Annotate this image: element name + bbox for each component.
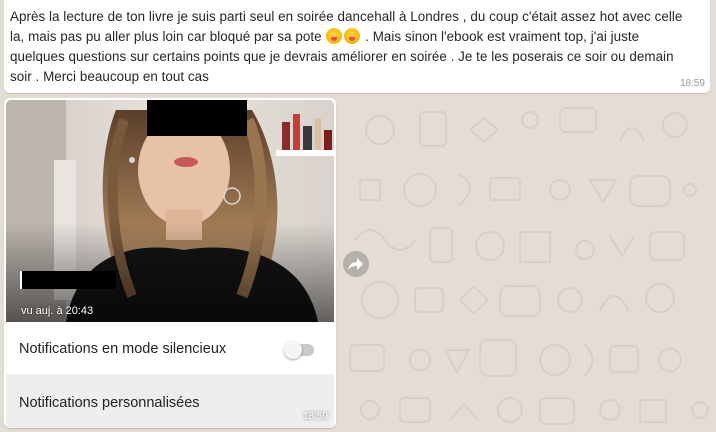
message-timestamp: 18:59	[302, 411, 328, 422]
custom-notifications-row[interactable]: Notifications personnalisées	[6, 374, 334, 428]
message-text: Après la lecture de ton livre je suis pa…	[10, 7, 692, 87]
message-bubble-image[interactable]: vu auj. à 20:43 Notifications en mode si…	[4, 98, 336, 428]
squinting-face-with-tongue-emoji-icon	[344, 28, 361, 44]
message-timestamp: 18:59	[679, 78, 705, 89]
screenshot-image[interactable]: vu auj. à 20:43	[6, 100, 334, 322]
squinting-face-with-tongue-emoji-icon	[326, 28, 343, 44]
forward-button[interactable]	[343, 251, 369, 277]
face-redaction-bar	[147, 100, 247, 136]
silent-notifications-row[interactable]: Notifications en mode silencieux	[6, 322, 334, 374]
silent-notifications-toggle[interactable]	[284, 341, 314, 359]
silent-notifications-label: Notifications en mode silencieux	[19, 341, 227, 357]
forward-icon	[348, 258, 363, 270]
custom-notifications-label: Notifications personnalisées	[19, 395, 200, 411]
message-bubble-text[interactable]: Après la lecture de ton livre je suis pa…	[4, 0, 710, 93]
name-redaction-bar	[20, 271, 116, 289]
last-seen-status: vu auj. à 20:43	[21, 305, 94, 317]
toggle-knob	[284, 341, 302, 359]
